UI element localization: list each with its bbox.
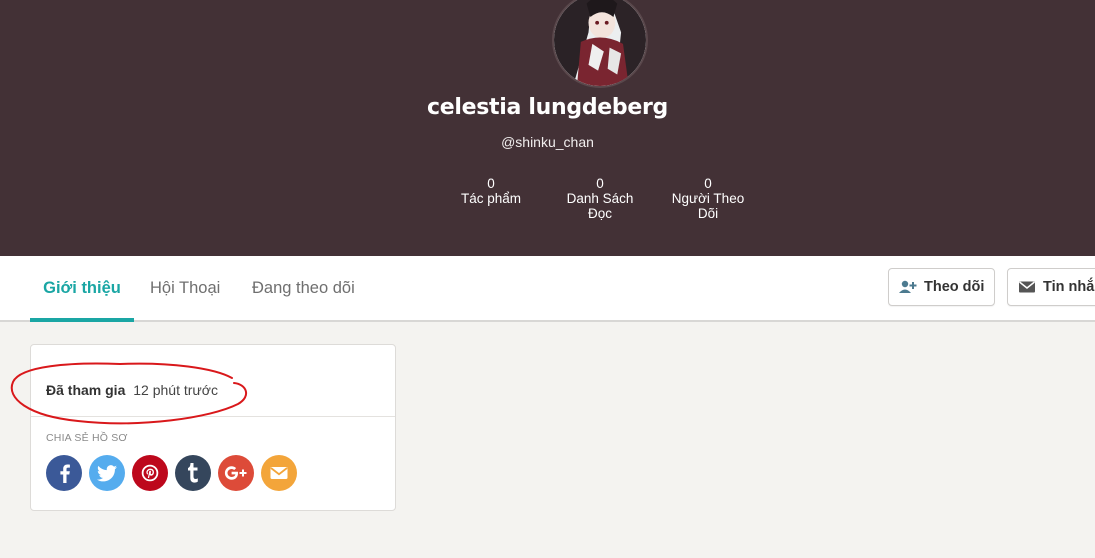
tab-about[interactable]: Giới thiệu — [30, 256, 134, 322]
twitter-icon — [97, 464, 117, 481]
tab-following[interactable]: Đang theo dõi — [252, 256, 362, 320]
share-pinterest-button[interactable] — [132, 455, 168, 491]
add-user-icon — [899, 280, 917, 294]
about-card: Đã tham gia 12 phút trước CHIA SẺ HỒ SƠ — [30, 344, 396, 511]
stat-reading-lists[interactable]: 0 Danh Sách Đọc — [555, 176, 645, 221]
card-divider — [31, 416, 395, 417]
tab-conversations[interactable]: Hội Thoại — [150, 256, 222, 320]
profile-display-name: celestia lungdeberg — [427, 95, 668, 120]
share-twitter-button[interactable] — [89, 455, 125, 491]
envelope-icon — [1018, 280, 1036, 294]
profile-header: celestia lungdeberg @shinku_chan 0 Tác p… — [0, 0, 1095, 256]
share-profile-label: CHIA SẺ HỒ SƠ — [46, 432, 128, 444]
stat-works[interactable]: 0 Tác phẩm — [446, 176, 536, 206]
follow-button[interactable]: Theo dõi — [888, 268, 995, 306]
stat-reading-lists-count: 0 — [596, 176, 604, 191]
message-button-label: Tin nhắn — [1043, 279, 1095, 295]
facebook-icon — [60, 464, 70, 483]
stat-followers-label: Người Theo Dõi — [671, 191, 745, 221]
pinterest-icon — [141, 464, 159, 482]
stat-works-count: 0 — [487, 176, 495, 191]
follow-button-label: Theo dõi — [924, 279, 985, 295]
avatar[interactable] — [552, 0, 648, 88]
google-plus-icon — [224, 466, 247, 480]
stat-reading-lists-label: Danh Sách Đọc — [566, 191, 634, 221]
joined-label: Đã tham gia — [46, 382, 126, 398]
joined-value: 12 phút trước — [133, 382, 218, 398]
stat-followers[interactable]: 0 Người Theo Dõi — [663, 176, 753, 221]
stat-followers-count: 0 — [704, 176, 712, 191]
avatar-image — [554, 0, 646, 86]
share-facebook-button[interactable] — [46, 455, 82, 491]
profile-username: @shinku_chan — [501, 134, 594, 150]
profile-tab-bar: Giới thiệu Hội Thoại Đang theo dõi Theo … — [0, 256, 1095, 322]
email-icon — [270, 467, 288, 479]
share-tumblr-button[interactable] — [175, 455, 211, 491]
stat-works-label: Tác phẩm — [460, 191, 522, 206]
tumblr-icon — [188, 463, 198, 483]
share-email-button[interactable] — [261, 455, 297, 491]
message-button[interactable]: Tin nhắn — [1007, 268, 1095, 306]
share-google-plus-button[interactable] — [218, 455, 254, 491]
joined-info: Đã tham gia 12 phút trước — [46, 382, 218, 398]
